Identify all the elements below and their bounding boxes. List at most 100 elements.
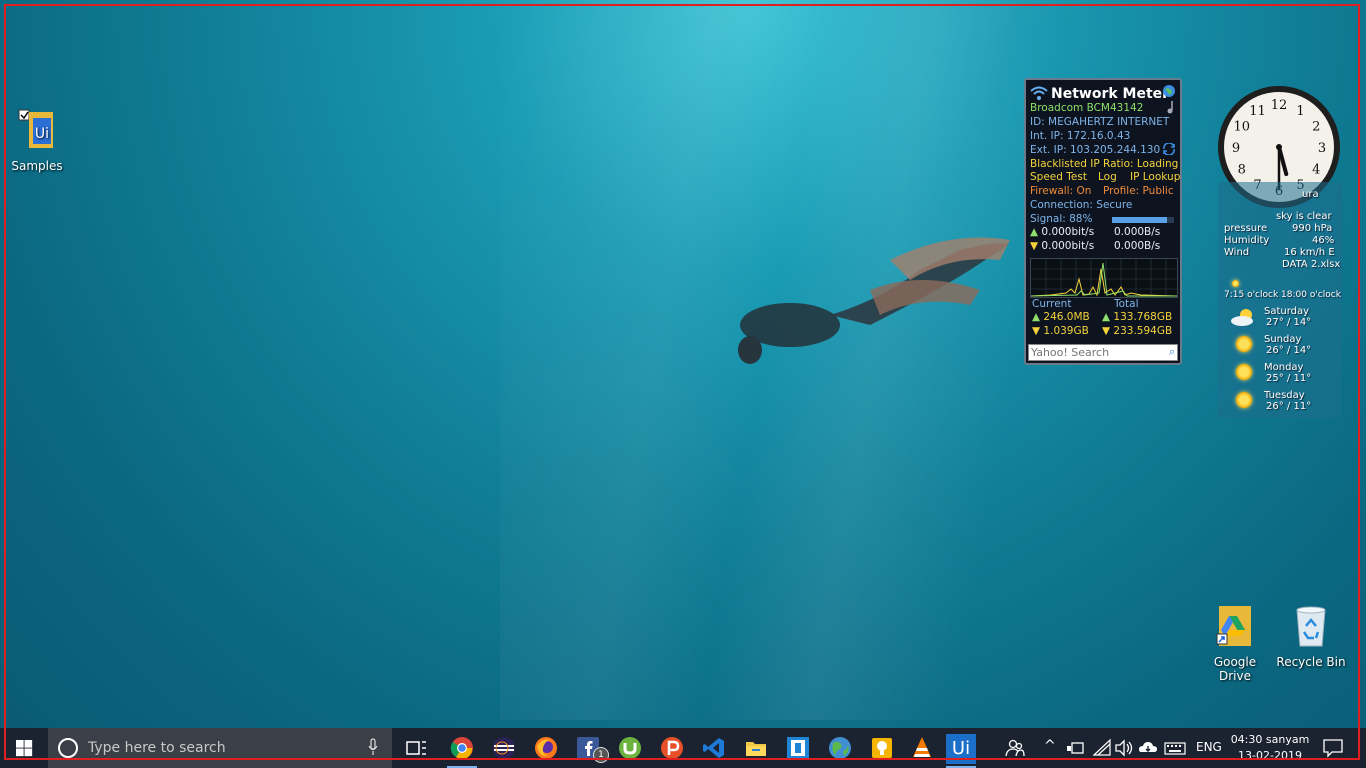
desktop-icon-label: Google Drive [1213, 655, 1257, 683]
current-label: Current [1032, 298, 1072, 310]
desktop-icon-recycle-bin[interactable]: Recycle Bin [1276, 604, 1346, 669]
network-id: ID: MEGAHERTZ INTERNET [1030, 116, 1170, 128]
taskbar-clock[interactable]: 04:30 sanyam 13-02-2019 [1228, 732, 1312, 764]
forecast-temp: 26° / 11° [1266, 401, 1312, 412]
upload-arrow-icon: ▲ [1102, 311, 1111, 323]
desktop-icon-label: Samples [11, 159, 63, 173]
signal-bar [1112, 217, 1174, 223]
current-upload: 246.0MB [1043, 311, 1090, 323]
clock-numeral: 3 [1318, 141, 1326, 156]
internal-ip: Int. IP: 172.16.0.43 [1030, 130, 1131, 142]
google-drive-icon [1216, 606, 1251, 646]
vlc-icon[interactable] [910, 736, 934, 760]
speed-test-link[interactable]: Speed Test [1030, 171, 1087, 183]
humidity-value: 46% [1312, 235, 1335, 246]
svg-text:Ui: Ui [35, 126, 49, 142]
globe-app-icon[interactable] [828, 736, 852, 760]
total-upload: 133.768GB [1113, 311, 1173, 323]
lightbulb-icon[interactable] [870, 736, 894, 760]
sun-icon [1232, 280, 1239, 287]
clock-numeral: 12 [1271, 98, 1288, 113]
sun-icon [1236, 364, 1252, 380]
download-arrow-icon: ▼ [1102, 325, 1111, 337]
download-arrow-icon: ▼ [1030, 240, 1039, 252]
taskbar-date: 13-02-2019 [1238, 749, 1302, 762]
location-fragment: ura [1302, 189, 1319, 200]
total-download: 233.594GB [1113, 325, 1173, 337]
desktop-icon-samples[interactable]: Ui Samples [2, 108, 72, 173]
keyboard-icon[interactable] [1164, 738, 1186, 758]
total-label: Total [1114, 298, 1139, 310]
wind-value: 16 km/h E [1284, 247, 1335, 258]
log-link[interactable]: Log [1098, 171, 1117, 183]
notification-badge: 1 [593, 747, 609, 763]
traffic-graph [1030, 258, 1178, 298]
network-meter-gadget: Network Meter Broadcom BCM43142 ID: MEGA… [1024, 78, 1182, 365]
taskbar: Type here to search 1 Ui ^ ENG 04:30 san… [0, 728, 1366, 768]
app-frame-icon[interactable] [786, 736, 810, 760]
clock-numeral: 2 [1312, 120, 1320, 135]
upload-arrow-icon: ▲ [1032, 311, 1041, 323]
action-center-icon[interactable] [1322, 737, 1344, 759]
forecast-temp: 25° / 11° [1266, 373, 1312, 384]
magnifier-icon[interactable]: ⌕ [1169, 345, 1175, 359]
search-placeholder: Type here to search [88, 740, 226, 756]
yahoo-search-input[interactable] [1029, 345, 1161, 359]
clock-numeral: 9 [1232, 141, 1240, 156]
task-view-icon[interactable] [404, 736, 428, 760]
globe-icon[interactable] [1162, 84, 1176, 98]
battery-icon[interactable] [1066, 738, 1086, 758]
blacklist-ratio: Blacklisted IP Ratio: Loading [1030, 158, 1179, 170]
recycle-bin-icon [1296, 606, 1326, 647]
firefox-icon[interactable] [534, 736, 558, 760]
refresh-icon[interactable] [1162, 143, 1176, 155]
psiphon-icon[interactable] [660, 736, 684, 760]
pressure-label: pressure [1224, 223, 1268, 234]
desktop-icon-label: Recycle Bin [1276, 655, 1346, 669]
taskbar-search[interactable]: Type here to search [48, 728, 392, 768]
upload-bits: 0.000bit/s [1041, 226, 1095, 238]
clock-numeral: 10 [1233, 120, 1250, 135]
upload-bytes: 0.000B/s [1114, 226, 1161, 238]
uipath-icon[interactable]: Ui [946, 734, 976, 764]
wifi-tray-icon[interactable] [1092, 738, 1112, 758]
chrome-icon[interactable] [450, 736, 474, 760]
ip-lookup-link[interactable]: IP Lookup [1130, 171, 1180, 183]
cortana-icon[interactable] [58, 738, 78, 758]
signal-strength: Signal: 88% [1030, 213, 1093, 225]
profile-status: Profile: Public [1103, 185, 1174, 197]
file-explorer-icon[interactable] [744, 736, 768, 760]
eclipse-icon[interactable] [492, 736, 516, 760]
vscode-icon[interactable] [702, 736, 726, 760]
sky-condition: sky is clear [1276, 211, 1332, 222]
signal-bar-fill [1112, 217, 1167, 223]
yahoo-search-box: ⌕ [1028, 344, 1178, 361]
windows-start-icon[interactable] [16, 740, 33, 757]
chevron-up-icon[interactable]: ^ [1044, 738, 1056, 754]
clock-numeral: 4 [1312, 163, 1320, 178]
onedrive-icon[interactable] [1138, 738, 1158, 758]
desktop-icon-google-drive[interactable]: Google Drive [1200, 604, 1270, 683]
forecast-day-name: Sunday [1264, 334, 1302, 345]
sunrise-sunset: 7:15 o'clock 18:00 o'clock [1224, 290, 1341, 300]
current-download: 1.039GB [1043, 325, 1089, 337]
diver-image [738, 237, 1010, 364]
forecast-day-name: Tuesday [1264, 390, 1305, 401]
humidity-label: Humidity [1224, 235, 1270, 246]
upload-arrow-icon: ▲ [1030, 226, 1039, 238]
utorrent-icon[interactable] [618, 736, 642, 760]
language-indicator[interactable]: ENG [1196, 740, 1222, 754]
sun-icon [1236, 336, 1252, 352]
people-icon[interactable] [1004, 737, 1026, 759]
weather-gadget: ura sky is clear pressure 990 hPa Humidi… [1218, 182, 1342, 418]
volume-icon[interactable] [1114, 738, 1134, 758]
music-note-icon[interactable] [1166, 100, 1176, 114]
microphone-icon[interactable] [368, 738, 378, 756]
connection-status: Connection: Secure [1030, 199, 1133, 211]
download-bits: 0.000bit/s [1041, 240, 1095, 252]
wind-label: Wind [1224, 247, 1250, 258]
external-ip: Ext. IP: 103.205.244.130 [1030, 144, 1161, 156]
file-overlay-label[interactable]: DATA 2.xlsx [1282, 259, 1340, 270]
wifi-icon [1030, 86, 1048, 100]
forecast-day-name: Saturday [1264, 306, 1310, 317]
